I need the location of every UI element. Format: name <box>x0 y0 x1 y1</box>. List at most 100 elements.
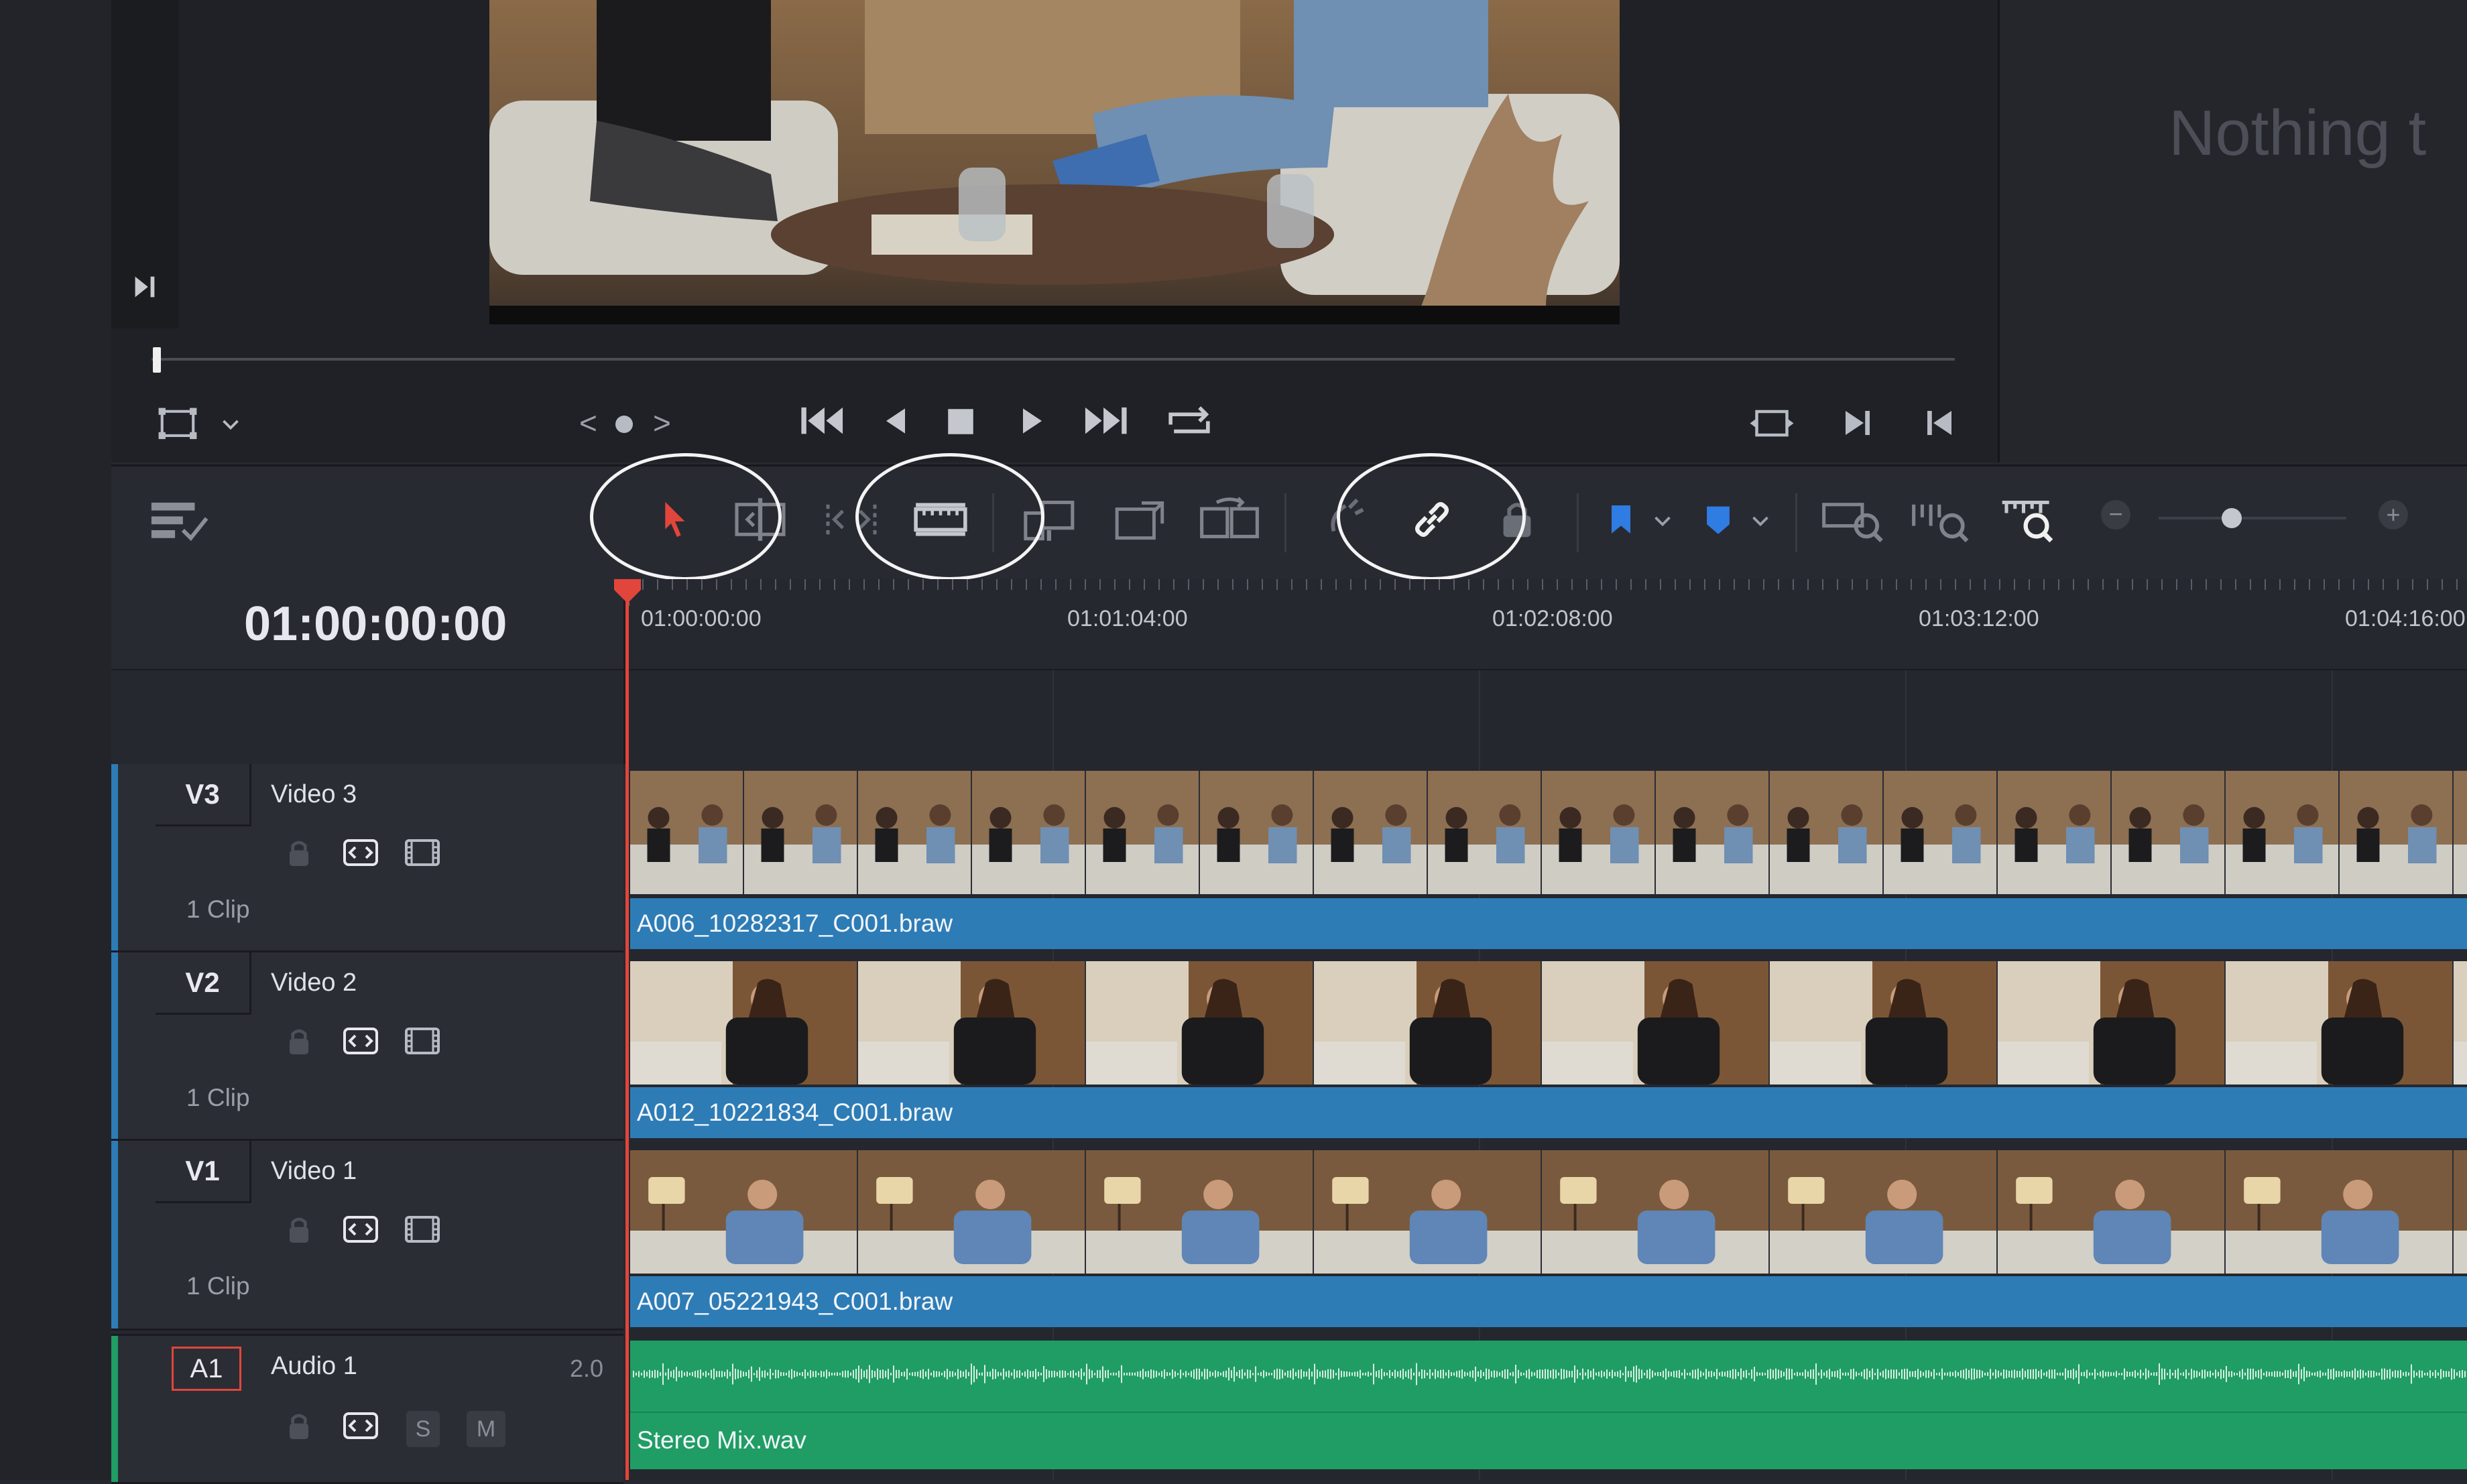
waveform-bar <box>1000 1372 1002 1376</box>
flag-icon[interactable] <box>1602 496 1640 543</box>
waveform-bar <box>1472 1370 1473 1378</box>
next-edit-icon[interactable] <box>1840 405 1876 441</box>
auto-select-icon[interactable] <box>342 838 379 869</box>
timecode-display[interactable]: 01:00:00:00 <box>244 597 507 652</box>
crop-frame-icon[interactable] <box>157 406 198 441</box>
zoom-full-icon[interactable] <box>1819 496 1884 543</box>
lock-icon[interactable] <box>280 1411 318 1442</box>
play-reverse-icon[interactable] <box>877 402 914 441</box>
zoom-out-button[interactable]: − <box>2101 500 2130 530</box>
waveform-bar <box>2008 1371 2010 1377</box>
annotation-circle-link <box>1337 453 1526 580</box>
waveform-bar <box>1646 1369 1648 1379</box>
waveform-bar <box>1451 1372 1452 1376</box>
waveform-bar <box>1609 1371 1610 1377</box>
zoom-slider-handle[interactable] <box>2222 508 2242 528</box>
clip-label-v1[interactable]: A007_05221943_C001.braw <box>630 1276 2467 1327</box>
waveform-bar <box>1740 1368 1742 1380</box>
marker-icon[interactable] <box>1699 496 1738 543</box>
waveform-bar <box>1338 1368 1339 1380</box>
waveform-bar <box>1633 1366 1634 1382</box>
waveform-bar <box>1107 1369 1109 1379</box>
track-visibility-icon[interactable] <box>404 1215 441 1245</box>
chevron-down-icon[interactable] <box>1650 509 1675 532</box>
track-header-v2[interactable]: V2 Video 2 1 Clip <box>111 952 623 1141</box>
jog-dot-icon[interactable] <box>615 416 633 433</box>
skip-to-start-icon[interactable] <box>796 401 846 442</box>
stop-icon[interactable] <box>944 405 977 438</box>
track-visibility-icon[interactable] <box>404 1026 441 1057</box>
waveform-bar <box>1204 1369 1205 1379</box>
mute-button[interactable]: M <box>467 1411 505 1447</box>
loop-icon[interactable] <box>1164 401 1215 441</box>
waveform-bar <box>2427 1372 2428 1376</box>
playhead-line[interactable] <box>625 584 629 1480</box>
track-name[interactable]: Video 3 <box>271 780 357 809</box>
clip-thumbnails-v3[interactable] <box>630 771 2467 894</box>
track-name[interactable]: Audio 1 <box>271 1352 357 1381</box>
waveform-bar <box>1169 1372 1170 1376</box>
audio-clip[interactable]: Stereo Mix.wav <box>630 1341 2467 1469</box>
auto-select-icon[interactable] <box>342 1026 379 1057</box>
solo-button[interactable]: S <box>406 1411 440 1447</box>
playhead-handle[interactable] <box>610 576 645 606</box>
zoom-custom-icon[interactable] <box>1998 496 2062 543</box>
waveform-bar <box>708 1373 709 1375</box>
scrubber-track[interactable] <box>152 358 1955 361</box>
match-frame-icon[interactable] <box>1748 405 1795 441</box>
waveform-bar <box>1810 1369 1811 1379</box>
chevron-down-icon[interactable] <box>1748 509 1772 532</box>
replace-clip-icon[interactable] <box>1196 496 1263 543</box>
track-name[interactable]: Video 2 <box>271 969 357 997</box>
play-icon[interactable] <box>1014 402 1051 441</box>
lock-icon[interactable] <box>280 838 318 869</box>
waveform-bar <box>1555 1369 1557 1379</box>
waveform-bar <box>2164 1369 2165 1379</box>
track-header-v3[interactable]: V3 Video 3 1 Clip <box>111 764 623 952</box>
skip-to-end-icon[interactable] <box>1082 401 1132 442</box>
waveform-bar <box>780 1371 782 1377</box>
waveform-bar <box>1443 1369 1444 1379</box>
prev-edit-icon[interactable] <box>1921 405 1958 441</box>
chevron-down-icon[interactable] <box>219 413 243 434</box>
waveform-bar <box>754 1373 755 1375</box>
waveform-bar <box>2392 1371 2393 1377</box>
track-name[interactable]: Video 1 <box>271 1157 357 1186</box>
waveform-bar <box>1330 1369 1331 1379</box>
waveform-bar <box>2298 1363 2299 1385</box>
jog-prev[interactable]: < <box>579 405 597 441</box>
waveform-bar <box>1386 1373 1388 1375</box>
waveform-bar <box>1971 1368 1972 1380</box>
zoom-slider-track[interactable] <box>2159 517 2346 519</box>
overwrite-clip-icon[interactable] <box>1113 496 1170 543</box>
scrubber-handle[interactable] <box>153 347 161 373</box>
track-visibility-icon[interactable] <box>404 838 441 869</box>
timeline-options-icon[interactable] <box>147 499 210 543</box>
clip-label-v2[interactable]: A012_10221834_C001.braw <box>630 1087 2467 1138</box>
zoom-detail-icon[interactable] <box>1909 496 1974 543</box>
waveform-bar <box>1110 1373 1111 1375</box>
lock-icon[interactable] <box>280 1215 318 1245</box>
waveform-bar <box>2046 1371 2047 1377</box>
jog-next[interactable]: > <box>653 405 671 441</box>
clip-thumbnails-v2[interactable] <box>630 961 2467 1085</box>
waveform-bar <box>963 1371 964 1377</box>
go-to-end-icon[interactable] <box>129 271 160 302</box>
waveform-bar <box>1537 1370 1538 1378</box>
auto-select-icon[interactable] <box>342 1215 379 1245</box>
waveform-bar <box>2025 1371 2026 1377</box>
auto-select-icon[interactable] <box>342 1411 379 1442</box>
waveform-bar <box>813 1371 814 1377</box>
lock-icon[interactable] <box>280 1026 318 1057</box>
waveform-bar <box>1158 1372 1160 1376</box>
track-header-v1[interactable]: V1 Video 1 1 Clip <box>111 1141 623 1331</box>
track-header-a1[interactable]: A1 Audio 1 2.0 S M <box>111 1334 623 1484</box>
waveform-bar <box>2065 1368 2066 1380</box>
waveform-bar <box>772 1373 774 1375</box>
waveform-bar <box>804 1369 806 1379</box>
clip-label-v3[interactable]: A006_10282317_C001.braw <box>630 898 2467 949</box>
zoom-in-button[interactable]: + <box>2379 500 2408 530</box>
waveform-bar <box>1011 1372 1012 1376</box>
waveform-bar <box>732 1363 733 1385</box>
clip-thumbnails-v1[interactable] <box>630 1150 2467 1274</box>
